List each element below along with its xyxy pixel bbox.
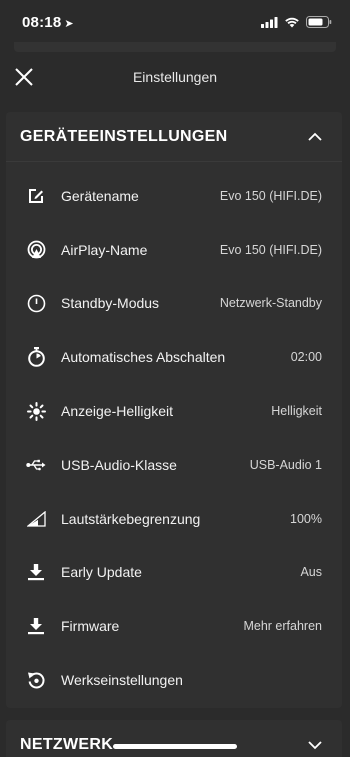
- status-icons: [261, 16, 332, 28]
- setting-label: Automatisches Abschalten: [61, 349, 226, 366]
- setting-device-name[interactable]: Gerätename Evo 150 (HIFI.DE): [6, 169, 342, 223]
- setting-label: Anzeige-Helligkeit: [61, 403, 174, 420]
- power-icon: [26, 293, 46, 313]
- setting-value: Evo 150 (HIFI.DE): [219, 188, 322, 203]
- setting-value: 02:00: [290, 350, 322, 365]
- setting-label: Werkseinstellungen: [61, 672, 183, 689]
- close-button[interactable]: [10, 63, 38, 91]
- setting-value: USB-Audio 1: [249, 457, 322, 472]
- device-settings-header[interactable]: GERÄTEEINSTELLUNGEN: [6, 112, 342, 162]
- setting-value: Netzwerk-Standby: [219, 296, 322, 311]
- settings-list: Gerätename Evo 150 (HIFI.DE) AirPlay-Nam…: [6, 162, 342, 707]
- location-arrow-icon: ➤: [64, 17, 74, 30]
- setting-label: Firmware: [61, 618, 120, 635]
- clock-text: 08:18: [22, 13, 62, 31]
- edit-icon: [26, 186, 46, 206]
- chevron-up-icon: [308, 132, 322, 141]
- setting-value: Mehr erfahren: [243, 619, 322, 634]
- usb-icon: [26, 455, 46, 475]
- setting-firmware[interactable]: Firmware Mehr erfahren: [6, 599, 342, 653]
- wifi-icon: [285, 17, 299, 28]
- setting-label: Early Update: [61, 564, 142, 581]
- reset-icon: [26, 670, 46, 690]
- setting-factory-reset[interactable]: Werkseinstellungen: [6, 653, 342, 707]
- setting-usb-audio-class[interactable]: USB-Audio-Klasse USB-Audio 1: [6, 438, 342, 492]
- page-title: Einstellungen: [132, 69, 218, 85]
- status-bar: 08:18 ➤: [0, 0, 350, 44]
- setting-value: Evo 150 (HIFI.DE): [219, 242, 322, 257]
- setting-standby-mode[interactable]: Standby-Modus Netzwerk-Standby: [6, 277, 342, 331]
- cellular-signal-icon: [261, 16, 278, 28]
- setting-label: Gerätename: [61, 187, 139, 204]
- setting-early-update[interactable]: Early Update Aus: [6, 546, 342, 600]
- status-time: 08:18 ➤: [22, 14, 74, 31]
- close-icon: [15, 68, 33, 86]
- setting-display-brightness[interactable]: Anzeige-Helligkeit Helligkeit: [6, 384, 342, 438]
- setting-airplay-name[interactable]: AirPlay-Name Evo 150 (HIFI.DE): [6, 223, 342, 277]
- setting-label: USB-Audio-Klasse: [61, 456, 177, 473]
- setting-label: AirPlay-Name: [61, 241, 148, 258]
- network-section: NETZWERK: [6, 720, 342, 757]
- chevron-down-icon: [308, 740, 322, 749]
- setting-auto-off[interactable]: Automatisches Abschalten 02:00: [6, 330, 342, 384]
- section-title: NETZWERK: [20, 736, 114, 753]
- section-title: GERÄTEEINSTELLUNGEN: [20, 127, 228, 145]
- timer-icon: [26, 347, 46, 368]
- brightness-icon: [26, 401, 46, 421]
- network-header[interactable]: NETZWERK: [6, 720, 342, 757]
- device-settings-section: GERÄTEEINSTELLUNGEN Gerätename Evo 150 (…: [6, 112, 342, 708]
- volume-limit-icon: [26, 509, 46, 529]
- home-indicator[interactable]: [113, 744, 237, 749]
- setting-label: Standby-Modus: [61, 295, 160, 312]
- download-icon: [26, 616, 46, 636]
- battery-icon: [306, 16, 332, 28]
- setting-label: Lautstärkebegrenzung: [61, 510, 201, 527]
- download-icon: [26, 562, 46, 582]
- airplay-icon: [26, 240, 46, 260]
- header: Einstellungen: [0, 54, 350, 100]
- setting-value: 100%: [290, 511, 322, 526]
- setting-volume-limit[interactable]: Lautstärkebegrenzung 100%: [6, 492, 342, 546]
- setting-value: Aus: [300, 565, 322, 580]
- background-sheet: [14, 42, 336, 52]
- setting-value: Helligkeit: [271, 404, 322, 419]
